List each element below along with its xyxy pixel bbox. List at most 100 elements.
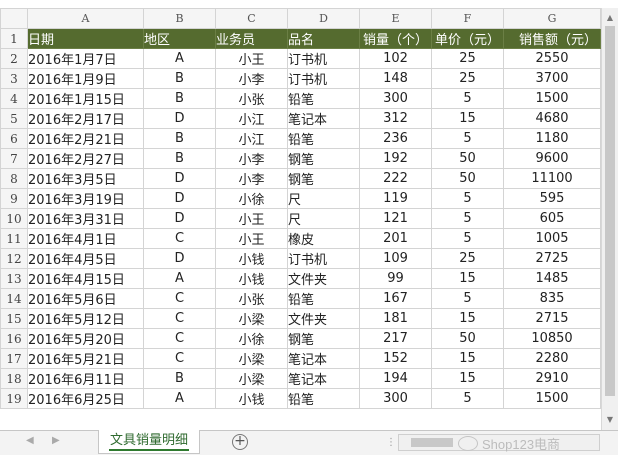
tab-prev-arrow-icon[interactable]: ◀ xyxy=(26,435,34,446)
cell-sales[interactable]: 1500 xyxy=(503,388,601,409)
cell-qty[interactable]: 121 xyxy=(359,208,432,229)
cell-rep[interactable]: 小梁 xyxy=(215,348,288,369)
cell-date[interactable]: 2016年2月21日 xyxy=(27,128,144,149)
cell-date[interactable]: 2016年1月15日 xyxy=(27,88,144,109)
cell-qty[interactable]: 312 xyxy=(359,108,432,129)
cell-date[interactable]: 2016年3月5日 xyxy=(27,168,144,189)
cell-qty[interactable]: 194 xyxy=(359,368,432,389)
row-header[interactable]: 9 xyxy=(0,188,28,209)
row-header[interactable]: 10 xyxy=(0,208,28,229)
cell-date[interactable]: 2016年2月27日 xyxy=(27,148,144,169)
cell-product[interactable]: 文件夹 xyxy=(287,308,360,329)
cell-date[interactable]: 2016年4月1日 xyxy=(27,228,144,249)
row-header[interactable]: 4 xyxy=(0,88,28,109)
cell-price[interactable]: 15 xyxy=(431,348,504,369)
cell-sales[interactable]: 2550 xyxy=(503,48,601,69)
header-cell-rep[interactable]: 业务员 xyxy=(215,28,288,49)
cell-qty[interactable]: 217 xyxy=(359,328,432,349)
cell-product[interactable]: 钢笔 xyxy=(287,168,360,189)
cell-sales[interactable]: 11100 xyxy=(503,168,601,189)
cell-product[interactable]: 笔记本 xyxy=(287,108,360,129)
cell-sales[interactable]: 3700 xyxy=(503,68,601,89)
cell-region[interactable]: D xyxy=(143,208,216,229)
cell-qty[interactable]: 109 xyxy=(359,248,432,269)
row-header[interactable]: 18 xyxy=(0,368,28,389)
cell-date[interactable]: 2016年5月21日 xyxy=(27,348,144,369)
cell-price[interactable]: 15 xyxy=(431,368,504,389)
column-header-b[interactable]: B xyxy=(143,8,216,29)
cell-product[interactable]: 订书机 xyxy=(287,248,360,269)
column-header-a[interactable]: A xyxy=(27,8,144,29)
column-header-e[interactable]: E xyxy=(359,8,432,29)
cell-rep[interactable]: 小李 xyxy=(215,68,288,89)
row-header[interactable]: 15 xyxy=(0,308,28,329)
column-header-d[interactable]: D xyxy=(287,8,360,29)
cell-product[interactable]: 文件夹 xyxy=(287,268,360,289)
cell-rep[interactable]: 小王 xyxy=(215,48,288,69)
cell-rep[interactable]: 小王 xyxy=(215,208,288,229)
cell-sales[interactable]: 835 xyxy=(503,288,601,309)
cell-date[interactable]: 2016年1月9日 xyxy=(27,68,144,89)
cell-rep[interactable]: 小梁 xyxy=(215,368,288,389)
cell-rep[interactable]: 小钱 xyxy=(215,248,288,269)
cell-rep[interactable]: 小钱 xyxy=(215,268,288,289)
cell-region[interactable]: B xyxy=(143,88,216,109)
cell-price[interactable]: 5 xyxy=(431,188,504,209)
row-header[interactable]: 11 xyxy=(0,228,28,249)
cell-price[interactable]: 5 xyxy=(431,88,504,109)
cell-qty[interactable]: 99 xyxy=(359,268,432,289)
header-cell-date[interactable]: 日期 xyxy=(27,28,144,49)
cell-price[interactable]: 50 xyxy=(431,168,504,189)
cell-sales[interactable]: 1180 xyxy=(503,128,601,149)
cell-date[interactable]: 2016年2月17日 xyxy=(27,108,144,129)
cell-product[interactable]: 笔记本 xyxy=(287,348,360,369)
cell-rep[interactable]: 小张 xyxy=(215,288,288,309)
cell-price[interactable]: 15 xyxy=(431,308,504,329)
cell-price[interactable]: 15 xyxy=(431,108,504,129)
cell-product[interactable]: 钢笔 xyxy=(287,328,360,349)
cell-rep[interactable]: 小江 xyxy=(215,108,288,129)
cell-region[interactable]: D xyxy=(143,188,216,209)
cell-sales[interactable]: 4680 xyxy=(503,108,601,129)
column-header-g[interactable]: G xyxy=(503,8,601,29)
cell-product[interactable]: 订书机 xyxy=(287,48,360,69)
cell-sales[interactable]: 2725 xyxy=(503,248,601,269)
row-header[interactable]: 19 xyxy=(0,388,28,409)
cell-product[interactable]: 铅笔 xyxy=(287,88,360,109)
cell-product[interactable]: 铅笔 xyxy=(287,128,360,149)
cell-product[interactable]: 钢笔 xyxy=(287,148,360,169)
cell-price[interactable]: 5 xyxy=(431,288,504,309)
cell-product[interactable]: 铅笔 xyxy=(287,388,360,409)
cell-product[interactable]: 铅笔 xyxy=(287,288,360,309)
cell-date[interactable]: 2016年3月19日 xyxy=(27,188,144,209)
cell-date[interactable]: 2016年5月12日 xyxy=(27,308,144,329)
cell-sales[interactable]: 2715 xyxy=(503,308,601,329)
cell-qty[interactable]: 167 xyxy=(359,288,432,309)
cell-date[interactable]: 2016年1月7日 xyxy=(27,48,144,69)
cell-region[interactable]: C xyxy=(143,348,216,369)
cell-region[interactable]: D xyxy=(143,168,216,189)
cell-date[interactable]: 2016年6月11日 xyxy=(27,368,144,389)
column-header-f[interactable]: F xyxy=(431,8,504,29)
cell-region[interactable]: B xyxy=(143,148,216,169)
cell-rep[interactable]: 小王 xyxy=(215,228,288,249)
row-header[interactable]: 1 xyxy=(0,28,28,49)
cell-sales[interactable]: 595 xyxy=(503,188,601,209)
cell-qty[interactable]: 152 xyxy=(359,348,432,369)
row-header[interactable]: 5 xyxy=(0,108,28,129)
row-header[interactable]: 7 xyxy=(0,148,28,169)
cell-price[interactable]: 25 xyxy=(431,68,504,89)
cell-qty[interactable]: 148 xyxy=(359,68,432,89)
cell-rep[interactable]: 小徐 xyxy=(215,328,288,349)
cell-qty[interactable]: 201 xyxy=(359,228,432,249)
cell-rep[interactable]: 小张 xyxy=(215,88,288,109)
cell-rep[interactable]: 小梁 xyxy=(215,308,288,329)
cell-sales[interactable]: 1500 xyxy=(503,88,601,109)
cell-region[interactable]: B xyxy=(143,368,216,389)
cell-sales[interactable]: 1485 xyxy=(503,268,601,289)
cell-price[interactable]: 5 xyxy=(431,128,504,149)
cell-rep[interactable]: 小李 xyxy=(215,168,288,189)
cell-qty[interactable]: 300 xyxy=(359,88,432,109)
cell-qty[interactable]: 300 xyxy=(359,388,432,409)
cell-region[interactable]: D xyxy=(143,248,216,269)
